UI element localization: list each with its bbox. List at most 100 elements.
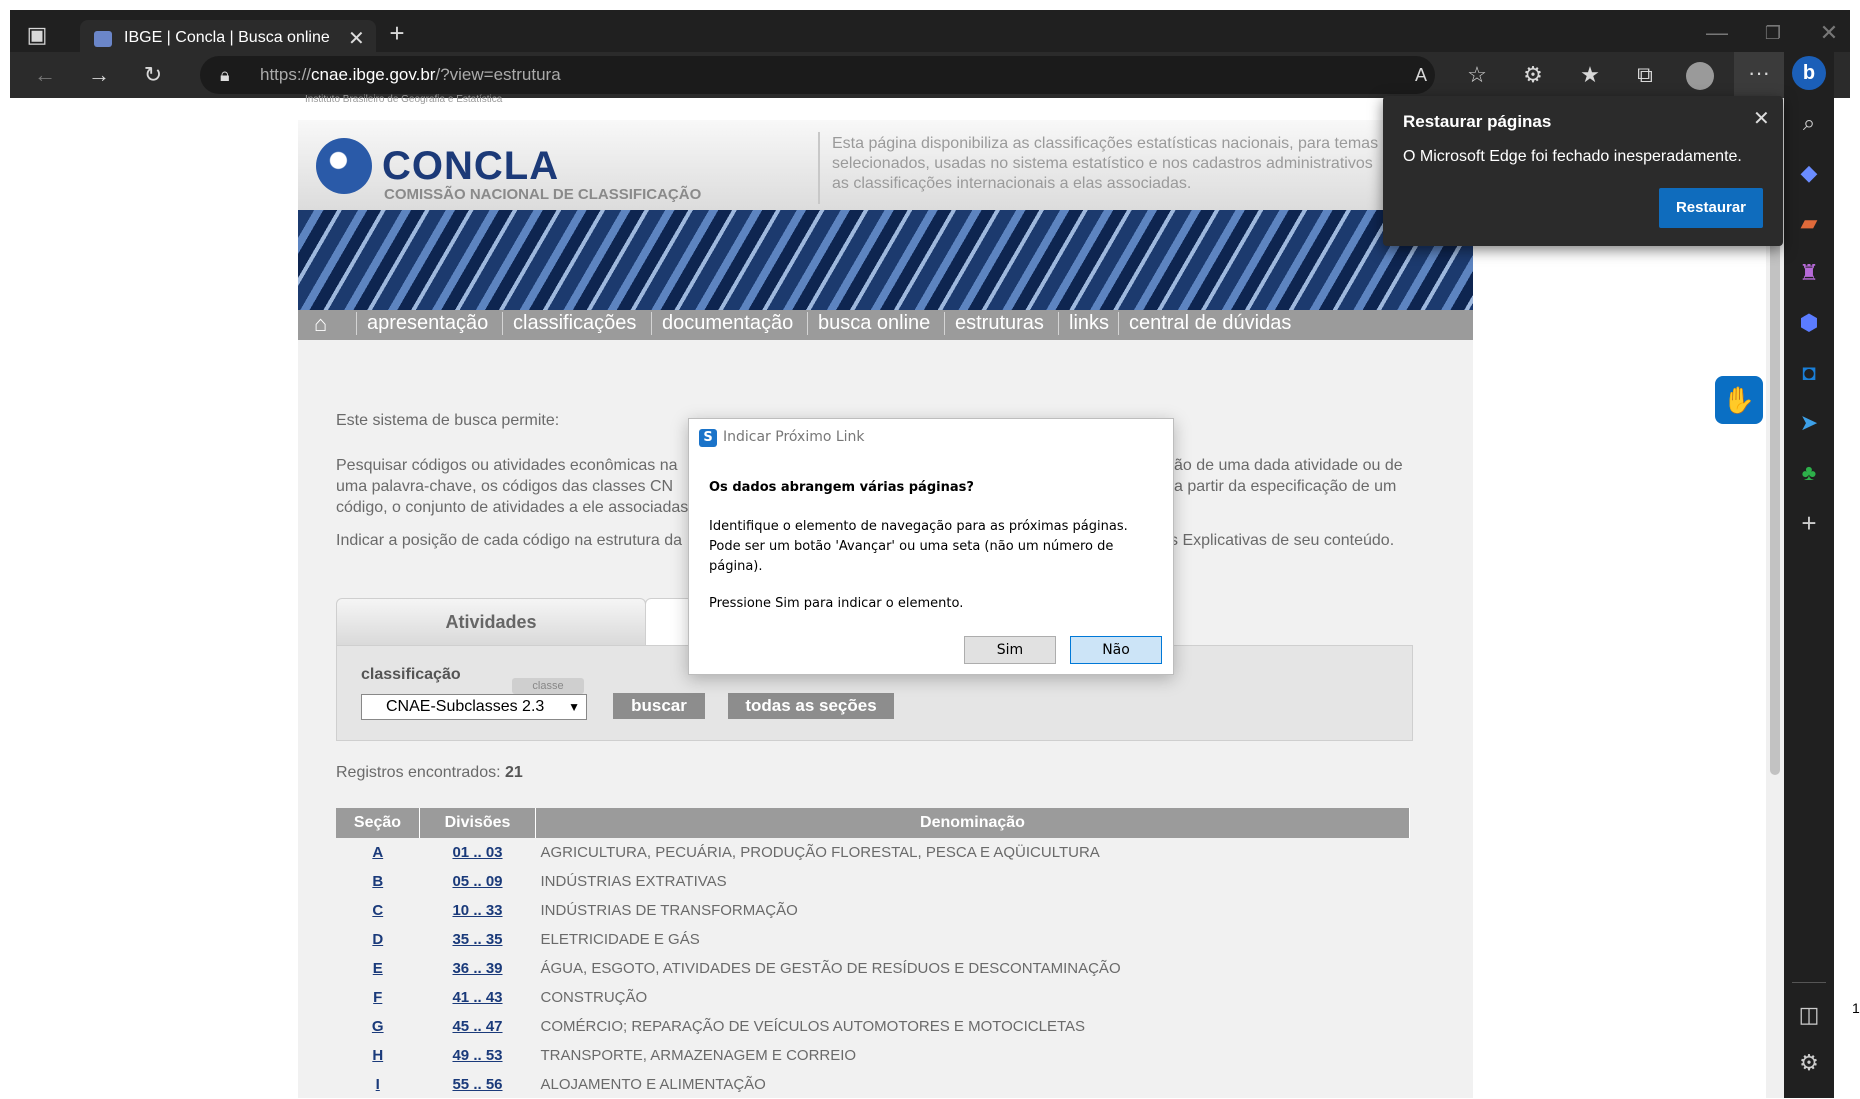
read-aloud-icon[interactable]: A bbox=[1406, 64, 1436, 86]
divisoes-link[interactable]: 05 .. 09 bbox=[420, 867, 536, 896]
restore-pages-popup: Restaurar páginas ✕ O Microsoft Edge foi… bbox=[1383, 96, 1783, 246]
para1-line1: Pesquisar códigos ou atividades econômic… bbox=[336, 457, 678, 474]
tab-atividades[interactable]: Atividades bbox=[336, 598, 646, 646]
divisoes-link[interactable]: 36 .. 39 bbox=[420, 954, 536, 983]
nav-documentacao[interactable]: documentação bbox=[651, 312, 803, 335]
games-icon[interactable]: ♜ bbox=[1794, 258, 1824, 288]
header-denominacao: Denominação bbox=[535, 808, 1410, 838]
denominacao-cell: ÁGUA, ESGOTO, ATIVIDADES DE GESTÃO DE RE… bbox=[540, 960, 1121, 977]
nav-classificacoes[interactable]: classificações bbox=[502, 312, 646, 335]
denominacao-cell: INDÚSTRIAS DE TRANSFORMAÇÃO bbox=[540, 902, 798, 919]
accessibility-hand-icon[interactable]: ✋ bbox=[1715, 376, 1763, 424]
back-icon[interactable]: ← bbox=[30, 64, 60, 86]
restore-button[interactable]: Restaurar bbox=[1659, 188, 1763, 228]
table-row: A 01 .. 03 AGRICULTURA, PECUÁRIA, PRODUÇÃO… bbox=[336, 838, 1410, 867]
table-row: B 05 .. 09 INDÚSTRIAS EXTRATIVAS bbox=[336, 867, 1410, 896]
tools-briefcase-icon[interactable]: ▰ bbox=[1794, 208, 1824, 238]
secao-link[interactable]: F bbox=[336, 983, 420, 1012]
divisoes-link[interactable]: 10 .. 33 bbox=[420, 896, 536, 925]
secoes-table: Seção Divisões Denominação A 01 .. 03 AGRI… bbox=[336, 808, 1410, 1099]
forward-icon[interactable]: → bbox=[84, 64, 114, 86]
secao-link[interactable]: C bbox=[336, 896, 420, 925]
nav-busca-online[interactable]: busca online bbox=[807, 312, 940, 335]
secao-link[interactable]: G bbox=[336, 1012, 420, 1041]
profile-avatar[interactable] bbox=[1686, 62, 1714, 90]
outlook-icon[interactable]: ◘ bbox=[1794, 358, 1824, 388]
copilot-icon[interactable]: ⬢ bbox=[1794, 308, 1824, 338]
extensions-icon[interactable]: ⚙ bbox=[1518, 64, 1548, 86]
restore-title: Restaurar páginas bbox=[1403, 112, 1552, 131]
registros-count: 21 bbox=[504, 764, 523, 781]
tab-title: IBGE | Concla | Busca online bbox=[124, 29, 330, 46]
divisoes-link[interactable]: 35 .. 35 bbox=[420, 925, 536, 954]
minimize-icon[interactable]: — bbox=[1702, 22, 1732, 44]
nav-estruturas[interactable]: estruturas bbox=[944, 312, 1054, 335]
new-tab-icon[interactable]: + bbox=[382, 20, 412, 46]
table-row: I 55 .. 56 ALOJAMENTO E ALIMENTAÇÃO bbox=[336, 1070, 1410, 1099]
send-icon[interactable]: ➤ bbox=[1794, 408, 1824, 438]
edge-sidebar: b ⌕ ◆ ▰ ♜ ⬢ ◘ ➤ ♣ + ◫ ⚙ bbox=[1784, 52, 1834, 1098]
secao-link[interactable]: D bbox=[336, 925, 420, 954]
bing-chat-icon[interactable]: b bbox=[1792, 56, 1826, 90]
todas-secoes-button[interactable]: todas as seções bbox=[728, 693, 894, 719]
add-icon[interactable]: + bbox=[1794, 508, 1824, 538]
lock-icon: 🔒︎ bbox=[220, 65, 230, 85]
nao-button[interactable]: Não bbox=[1070, 636, 1162, 664]
secao-link[interactable]: E bbox=[336, 954, 420, 983]
sidebar-divider bbox=[1792, 982, 1826, 983]
registros-label: Registros encontrados: 21 bbox=[336, 764, 523, 781]
secao-link[interactable]: B bbox=[336, 867, 420, 896]
restore-message: O Microsoft Edge foi fechado inesperadam… bbox=[1403, 148, 1742, 165]
settings-more-button[interactable]: ··· bbox=[1734, 52, 1784, 98]
secao-link[interactable]: A bbox=[336, 838, 420, 867]
close-window-icon[interactable]: ✕ bbox=[1814, 22, 1844, 44]
add-favorite-icon[interactable]: ☆ bbox=[1462, 64, 1492, 86]
more-icon: ··· bbox=[1748, 60, 1770, 85]
table-row: C 10 .. 33 INDÚSTRIAS DE TRANSFORMAÇÃO bbox=[336, 896, 1410, 925]
table-row: E 36 .. 39 ÁGUA, ESGOTO, ATIVIDADES DE GES… bbox=[336, 954, 1410, 983]
address-bar[interactable]: 🔒︎ https://cnae.ibge.gov.br/?view=estrut… bbox=[200, 56, 1435, 94]
secao-link[interactable]: I bbox=[336, 1070, 420, 1099]
browser-toolbar: ← → ↻ 🔒︎ https://cnae.ibge.gov.br/?view=… bbox=[10, 52, 1850, 98]
tab-favicon-icon bbox=[94, 31, 112, 47]
maximize-icon[interactable]: ❐ bbox=[1758, 22, 1788, 44]
home-icon[interactable]: ⌂ bbox=[314, 313, 336, 335]
shopping-tag-icon[interactable]: ◆ bbox=[1794, 158, 1824, 188]
buscar-button[interactable]: buscar bbox=[613, 693, 705, 719]
sim-button[interactable]: Sim bbox=[964, 636, 1056, 664]
close-tab-icon[interactable]: ✕ bbox=[348, 26, 365, 51]
divisoes-link[interactable]: 01 .. 03 bbox=[420, 838, 536, 867]
search-icon[interactable]: ⌕ bbox=[1794, 108, 1824, 138]
nav-apresentacao[interactable]: apresentação bbox=[356, 312, 498, 335]
table-row: G 45 .. 47 COMÉRCIO; REPARAÇÃO DE VEÍCULOS… bbox=[336, 1012, 1410, 1041]
nav-links[interactable]: links bbox=[1058, 312, 1119, 335]
tree-icon[interactable]: ♣ bbox=[1794, 458, 1824, 488]
classificacao-select[interactable]: CNAE-Subclasses 2.3 ▼ bbox=[361, 694, 587, 720]
logo-title: CONCLA bbox=[382, 144, 560, 188]
secao-link[interactable]: H bbox=[336, 1041, 420, 1070]
header-divisoes: Divisões bbox=[419, 808, 536, 838]
logo-subtitle: COMISSÃO NACIONAL DE CLASSIFICAÇÃO bbox=[384, 186, 702, 203]
scroll-thumb[interactable] bbox=[1770, 240, 1780, 775]
table-row: H 49 .. 53 TRANSPORTE, ARMAZENAGEM E CORRE… bbox=[336, 1041, 1410, 1070]
refresh-icon[interactable]: ↻ bbox=[138, 64, 168, 86]
tab-actions-icon[interactable]: ▣ bbox=[22, 24, 52, 46]
divisoes-link[interactable]: 55 .. 56 bbox=[420, 1070, 536, 1099]
denominacao-cell: CONSTRUÇÃO bbox=[540, 989, 648, 1006]
table-header-row: Seção Divisões Denominação bbox=[336, 808, 1410, 838]
dialog-question: Os dados abrangem várias páginas? bbox=[709, 480, 974, 495]
gear-icon[interactable]: ⚙ bbox=[1794, 1048, 1824, 1078]
favorites-icon[interactable]: ★ bbox=[1575, 64, 1605, 86]
app-logo-icon: S bbox=[699, 429, 717, 447]
sidebar-toggle-icon[interactable]: ◫ bbox=[1794, 1000, 1824, 1030]
collections-icon[interactable]: ⧉ bbox=[1630, 64, 1660, 86]
divisoes-link[interactable]: 45 .. 47 bbox=[420, 1012, 536, 1041]
divisoes-link[interactable]: 49 .. 53 bbox=[420, 1041, 536, 1070]
header-description: Esta página disponibiliza as classificaç… bbox=[832, 135, 1379, 192]
edge-number: 1 bbox=[1852, 1000, 1860, 1016]
divisoes-link[interactable]: 41 .. 43 bbox=[420, 983, 536, 1012]
denominacao-cell: ELETRICIDADE E GÁS bbox=[540, 931, 700, 948]
denominacao-cell: ALOJAMENTO E ALIMENTAÇÃO bbox=[540, 1076, 766, 1093]
nav-central-duvidas[interactable]: central de dúvidas bbox=[1118, 312, 1301, 335]
close-popup-icon[interactable]: ✕ bbox=[1753, 106, 1770, 131]
